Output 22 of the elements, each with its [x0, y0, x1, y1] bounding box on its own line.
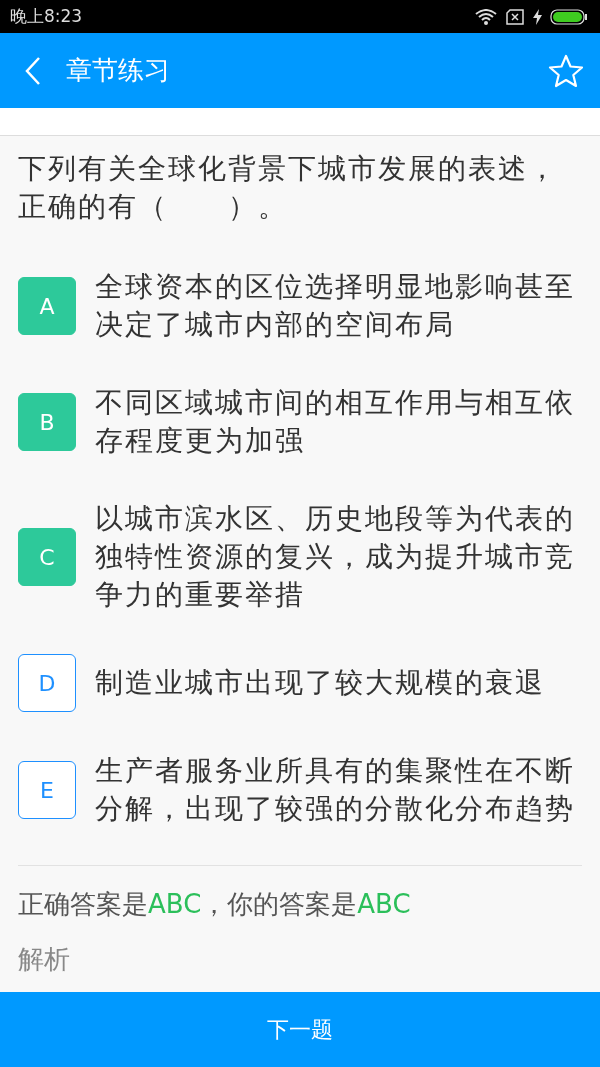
no-sim-icon	[505, 8, 525, 25]
option-letter[interactable]: A	[18, 277, 76, 335]
option-letter[interactable]: B	[18, 393, 76, 451]
option-letter[interactable]: C	[18, 528, 76, 586]
answer-summary: 正确答案是ABC，你的答案是ABC	[18, 888, 412, 920]
option-letter[interactable]: E	[18, 761, 76, 819]
wifi-icon	[475, 8, 497, 25]
next-question-button[interactable]: 下一题	[0, 992, 600, 1067]
charging-icon	[533, 8, 542, 25]
option-text[interactable]: 制造业城市出现了较大规模的衰退	[95, 664, 581, 702]
option-text[interactable]: 以城市滨水区、历史地段等为代表的独特性资源的复兴，成为提升城市竞争力的重要举措	[95, 500, 581, 614]
option-text[interactable]: 全球资本的区位选择明显地影响甚至决定了城市内部的空间布局	[95, 268, 581, 344]
option-text[interactable]: 生产者服务业所具有的集聚性在不断分解，出现了较强的分散化分布趋势	[95, 752, 581, 828]
option-letter[interactable]: D	[18, 654, 76, 712]
page-title: 章节练习	[66, 54, 171, 87]
status-time: 晚上8:23	[10, 5, 83, 28]
battery-icon	[550, 8, 588, 25]
question-text: 下列有关全球化背景下城市发展的表述，正确的有（ ）。	[18, 151, 559, 225]
analysis-label: 解析	[18, 943, 71, 976]
back-icon[interactable]	[24, 55, 42, 86]
star-icon[interactable]	[548, 53, 584, 88]
option-text[interactable]: 不同区域城市间的相互作用与相互依存程度更为加强	[95, 384, 581, 460]
